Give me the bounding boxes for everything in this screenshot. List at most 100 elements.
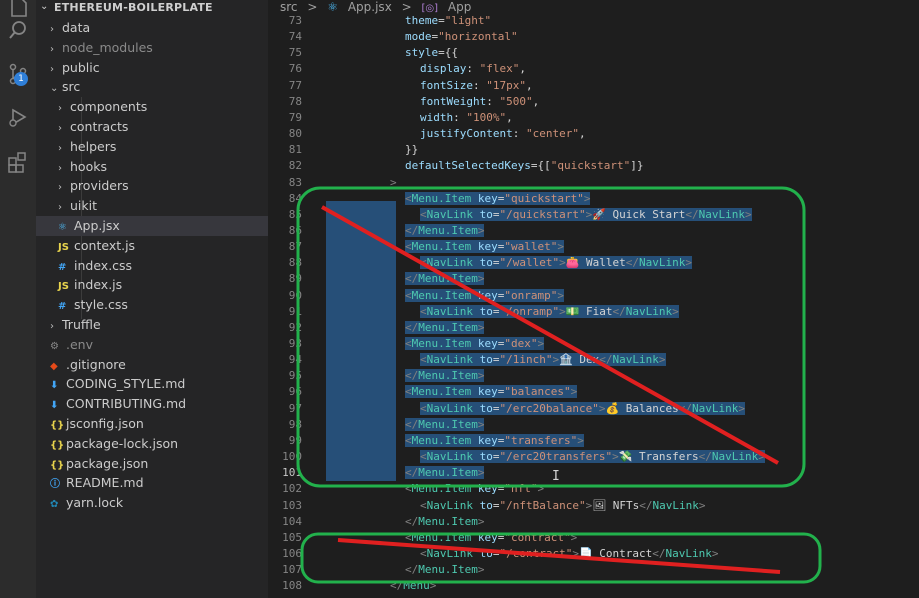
code-token: }} bbox=[405, 143, 419, 157]
tree-item[interactable]: ✿ yarn.lock bbox=[50, 493, 123, 513]
code-line[interactable]: > bbox=[390, 176, 397, 189]
code-token: > bbox=[477, 514, 485, 528]
code-line[interactable]: <Menu.Item key="onramp"> bbox=[405, 288, 564, 302]
code-line[interactable]: mode="horizontal" bbox=[405, 30, 518, 43]
code-line[interactable]: <Menu.Item key="balances"> bbox=[405, 385, 578, 399]
code-token: NavLink bbox=[426, 256, 473, 270]
line-number: 84 bbox=[288, 191, 302, 205]
code-token: ={{ bbox=[438, 46, 458, 60]
code-token: Menu.Item bbox=[418, 320, 478, 334]
tree-item[interactable]: › Truffle bbox=[50, 315, 101, 335]
code-line[interactable]: <NavLink to="/onramp">💵 Fiat</NavLink> bbox=[420, 304, 679, 318]
code-token: NavLink bbox=[426, 353, 473, 367]
code-token: "nft" bbox=[504, 482, 538, 496]
code-line[interactable]: <NavLink to="/erc20transfers">💸 Transfer… bbox=[420, 450, 765, 464]
extensions-icon[interactable] bbox=[4, 148, 32, 176]
tree-item[interactable]: ⬇ CODING_STYLE.md bbox=[50, 374, 185, 394]
code-line[interactable]: <NavLink to="/nftBalance">🖼 NFTs</NavLin… bbox=[420, 499, 706, 512]
breadcrumb-symbol[interactable]: App bbox=[448, 0, 471, 14]
code-token: < bbox=[420, 498, 427, 512]
tree-item[interactable]: # style.css bbox=[58, 295, 128, 315]
code-line[interactable]: </Menu.Item> bbox=[405, 515, 484, 528]
code-line[interactable]: <NavLink to="/1inch">🏦 Dex</NavLink> bbox=[420, 353, 666, 367]
activity-bar: 1 bbox=[0, 0, 36, 598]
code-line[interactable]: <Menu.Item key="wallet"> bbox=[405, 240, 564, 254]
tree-item[interactable]: {} jsconfig.json bbox=[50, 414, 144, 434]
tree-item[interactable]: JS index.js bbox=[58, 275, 122, 295]
tree-item[interactable]: {} package.json bbox=[50, 454, 148, 474]
code-line[interactable]: </Menu.Item> bbox=[405, 369, 485, 383]
selection-highlight bbox=[326, 201, 396, 481]
tree-item[interactable]: {} package-lock.json bbox=[50, 434, 178, 454]
code-token: "light" bbox=[444, 14, 492, 27]
code-line[interactable]: <NavLink to="/quickstart">🚀 Quick Start<… bbox=[420, 207, 752, 221]
code-token: "horizontal" bbox=[438, 30, 518, 44]
code-line[interactable]: defaultSelectedKeys={["quickstart"]} bbox=[405, 159, 643, 172]
explorer-title[interactable]: ETHEREUM-BOILERPLATE bbox=[54, 1, 213, 14]
line-number: 103 bbox=[282, 498, 302, 512]
code-line[interactable]: theme="light" bbox=[405, 14, 491, 27]
code-line[interactable]: <NavLink to="/erc20balance">💰 Balances</… bbox=[420, 401, 745, 415]
run-debug-icon[interactable] bbox=[4, 103, 32, 131]
code-line[interactable]: </Menu.Item> bbox=[405, 320, 485, 334]
code-line[interactable]: fontWeight: "500", bbox=[420, 95, 539, 108]
code-line[interactable]: style={{ bbox=[405, 46, 458, 59]
tree-item-label: helpers bbox=[70, 138, 117, 154]
tree-item[interactable]: ⚛ App.jsx bbox=[36, 216, 290, 236]
code-token: : bbox=[472, 78, 487, 92]
tree-item[interactable]: › providers bbox=[58, 176, 129, 196]
code-line[interactable]: <NavLink to="/contract">📄 Contract</NavL… bbox=[420, 547, 719, 560]
tree-item[interactable]: › node_modules bbox=[50, 38, 153, 58]
code-token: NavLink bbox=[612, 353, 659, 367]
tree-item-label: contracts bbox=[70, 119, 129, 134]
code-line[interactable]: display: "flex", bbox=[420, 62, 526, 75]
code-token: < bbox=[405, 240, 412, 254]
code-line[interactable]: width: "100%", bbox=[420, 111, 513, 124]
code-line[interactable]: }} bbox=[405, 143, 418, 156]
code-line[interactable]: <Menu.Item key="dex"> bbox=[405, 337, 545, 350]
code-line[interactable]: </Menu.Item> bbox=[405, 272, 485, 286]
code-line[interactable]: <Menu.Item key="quickstart"> bbox=[405, 191, 591, 205]
code-line[interactable]: </Menu.Item> bbox=[405, 466, 485, 480]
code-line[interactable]: <Menu.Item key="nft"> bbox=[405, 482, 544, 495]
tree-item[interactable]: ⬇ CONTRIBUTING.md bbox=[50, 394, 186, 414]
code-token: "/erc20balance" bbox=[499, 401, 599, 415]
code-line[interactable]: <NavLink to="/wallet">👛 Wallet</NavLink> bbox=[420, 256, 693, 270]
breadcrumb-file[interactable]: App.jsx bbox=[348, 0, 392, 14]
tree-item[interactable]: ⌄ src bbox=[50, 77, 80, 97]
code-line[interactable]: </Menu> bbox=[390, 579, 436, 592]
breadcrumb-folder[interactable]: src bbox=[280, 0, 298, 14]
code-token: > bbox=[672, 304, 679, 318]
tree-item[interactable]: ⚙ .env bbox=[50, 335, 93, 355]
tree-item[interactable]: › hooks bbox=[58, 157, 107, 177]
chevron-down-icon[interactable]: ⌄ bbox=[40, 1, 48, 12]
tree-item[interactable]: JS context.js bbox=[58, 236, 135, 256]
tree-item[interactable]: › uikit bbox=[58, 196, 97, 216]
code-line[interactable]: <Menu.Item key="contract"> bbox=[405, 531, 577, 544]
tree-item[interactable]: › public bbox=[50, 58, 100, 78]
tree-item[interactable]: # index.css bbox=[58, 256, 132, 276]
code-token: key bbox=[477, 288, 498, 302]
code-token: = bbox=[438, 14, 445, 27]
code-token: > bbox=[477, 417, 485, 431]
tree-item[interactable]: › contracts bbox=[58, 117, 128, 137]
tree-item[interactable]: ⓘ README.md bbox=[50, 473, 144, 493]
tree-item[interactable]: › helpers bbox=[58, 137, 116, 157]
line-number: 77 bbox=[288, 78, 302, 92]
tree-item[interactable]: ◆ .gitignore bbox=[50, 355, 126, 375]
code-line[interactable]: justifyContent: "center", bbox=[420, 127, 586, 140]
code-line[interactable]: <Menu.Item key="transfers"> bbox=[405, 433, 584, 447]
tree-item[interactable]: › components bbox=[58, 97, 147, 117]
tree-item[interactable]: › data bbox=[50, 18, 90, 38]
code-line[interactable]: </Menu.Item> bbox=[405, 417, 485, 431]
code-token: "quickstart" bbox=[504, 191, 584, 205]
code-line[interactable]: </Menu.Item> bbox=[405, 223, 485, 237]
search-icon[interactable] bbox=[4, 16, 32, 44]
code-token: ={[ bbox=[530, 159, 551, 173]
code-line[interactable]: fontSize: "17px", bbox=[420, 79, 533, 92]
code-token: > bbox=[583, 191, 591, 205]
code-line[interactable]: </Menu.Item> bbox=[405, 563, 484, 576]
